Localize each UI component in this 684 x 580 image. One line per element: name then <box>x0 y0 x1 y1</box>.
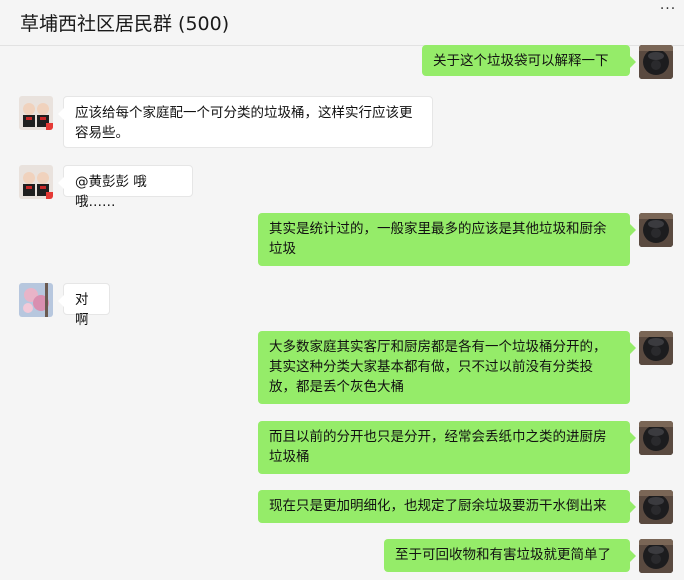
message-text: 至于可回收物和有害垃圾就更简单了 <box>395 547 611 563</box>
message-bubble[interactable]: 现在只是更加明细化，也规定了厨余垃圾要沥干水倒出来 <box>258 490 636 523</box>
message-bubble[interactable]: 而且以前的分开也只是分开，经常会丢纸巾之类的进厨房垃圾桶 <box>258 421 636 474</box>
flower-avatar[interactable] <box>19 283 53 317</box>
self-avatar[interactable] <box>639 213 673 247</box>
message-text: 而且以前的分开也只是分开，经常会丢纸巾之类的进厨房垃圾桶 <box>269 429 607 465</box>
message-bubble[interactable]: @黄彭彭 哦哦…… <box>58 165 193 210</box>
dolls-avatar[interactable] <box>19 165 53 199</box>
self-avatar[interactable] <box>639 490 673 524</box>
message-row: 对啊 <box>0 283 684 328</box>
dolls-avatar[interactable] <box>19 96 53 130</box>
self-avatar[interactable] <box>639 45 673 79</box>
message-bubble[interactable]: 大多数家庭其实客厅和厨房都是各有一个垃圾桶分开的，其实这种分类大家基本都有做，只… <box>258 331 636 404</box>
message-bubble[interactable]: 对啊 <box>58 283 110 328</box>
message-row: 应该给每个家庭配一个可分类的垃圾桶，这样实行应该更容易些。 <box>0 96 684 150</box>
message-text: 对啊 <box>75 292 89 328</box>
message-row: @黄彭彭 哦哦…… <box>0 165 684 210</box>
message-text: 现在只是更加明细化，也规定了厨余垃圾要沥干水倒出来 <box>269 498 607 514</box>
message-bubble[interactable]: 应该给每个家庭配一个可分类的垃圾桶，这样实行应该更容易些。 <box>58 96 433 148</box>
message-text: 应该给每个家庭配一个可分类的垃圾桶，这样实行应该更容易些。 <box>75 105 413 141</box>
self-avatar[interactable] <box>639 539 673 573</box>
message-text: 大多数家庭其实客厅和厨房都是各有一个垃圾桶分开的，其实这种分类大家基本都有做，只… <box>269 339 607 395</box>
self-avatar[interactable] <box>639 421 673 455</box>
message-row: 至于可回收物和有害垃圾就更简单了 <box>0 539 684 575</box>
chat-title: 草埔西社区居民群 (500) <box>20 13 230 35</box>
more-options-icon[interactable]: ··· <box>658 2 678 32</box>
message-text: 其实是统计过的，一般家里最多的应该是其他垃圾和厨余垃圾 <box>269 221 607 257</box>
chat-header: 草埔西社区居民群 (500) ··· <box>0 0 684 46</box>
message-row: 而且以前的分开也只是分开，经常会丢纸巾之类的进厨房垃圾桶 <box>0 421 684 475</box>
message-text: 关于这个垃圾袋可以解释一下 <box>433 53 609 69</box>
message-row: 大多数家庭其实客厅和厨房都是各有一个垃圾桶分开的，其实这种分类大家基本都有做，只… <box>0 331 684 405</box>
message-bubble[interactable]: 其实是统计过的，一般家里最多的应该是其他垃圾和厨余垃圾 <box>258 213 636 266</box>
message-row: 现在只是更加明细化，也规定了厨余垃圾要沥干水倒出来 <box>0 490 684 524</box>
message-row: 其实是统计过的，一般家里最多的应该是其他垃圾和厨余垃圾 <box>0 213 684 267</box>
message-bubble[interactable]: 关于这个垃圾袋可以解释一下 <box>422 45 636 76</box>
message-text: @黄彭彭 哦哦…… <box>75 174 147 210</box>
self-avatar[interactable] <box>639 331 673 365</box>
message-bubble[interactable]: 至于可回收物和有害垃圾就更简单了 <box>384 539 636 572</box>
message-row: 关于这个垃圾袋可以解释一下 <box>0 45 684 81</box>
